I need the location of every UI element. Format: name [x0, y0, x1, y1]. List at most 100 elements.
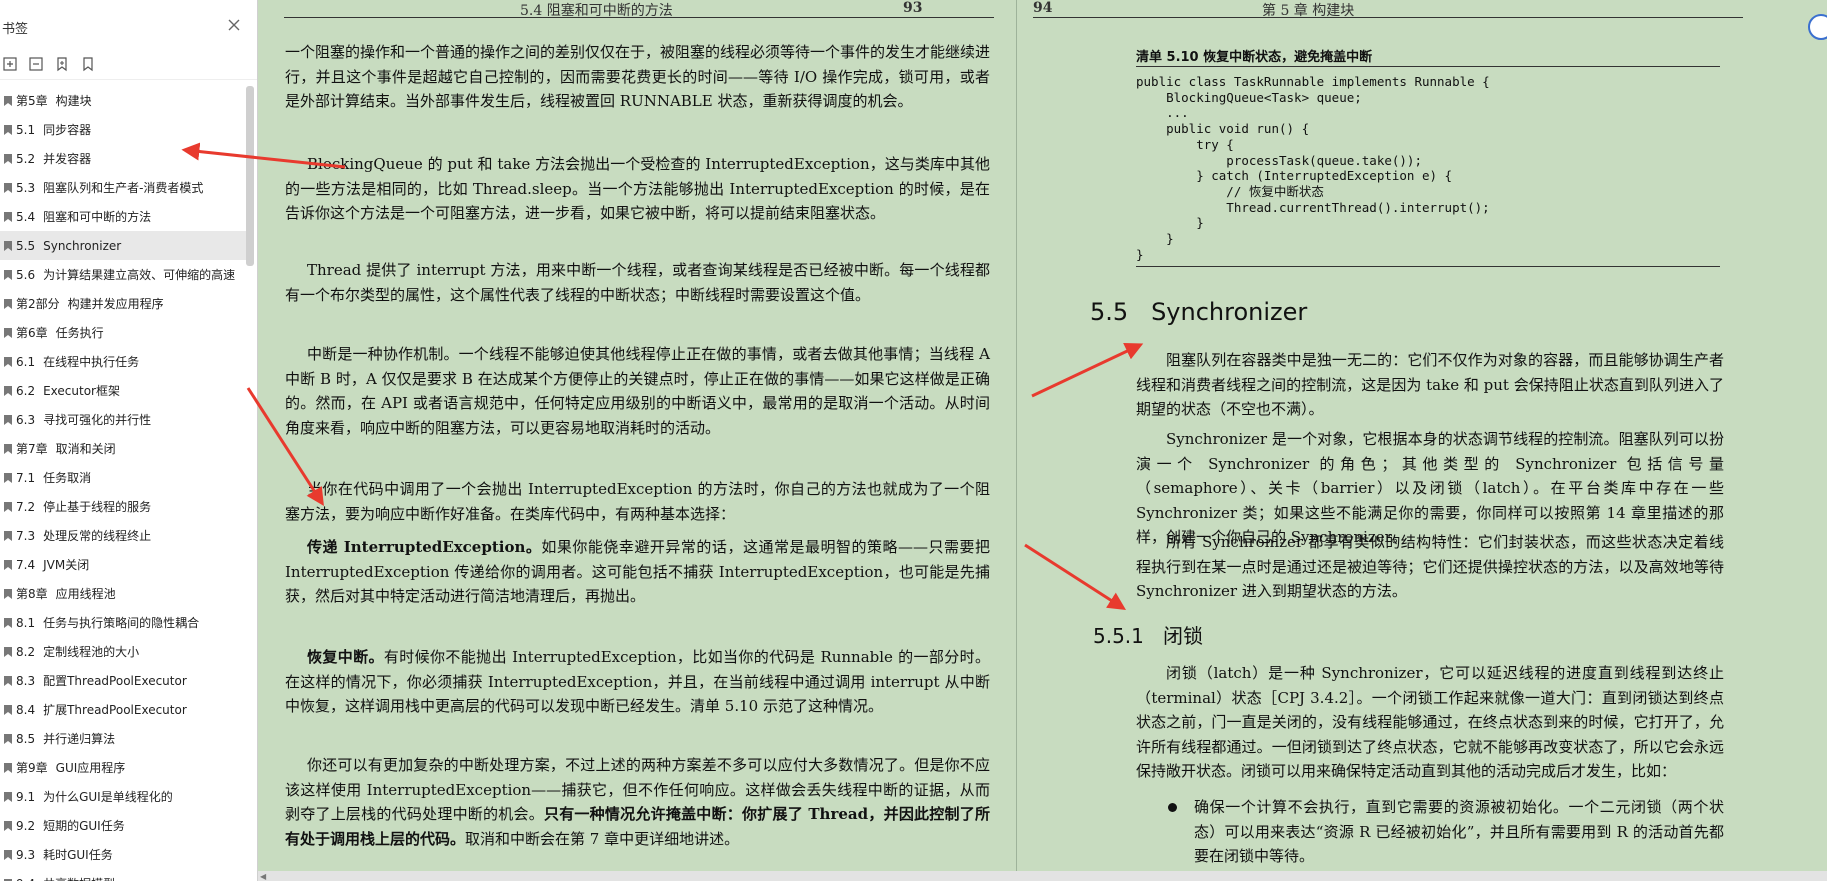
bookmark-label: 定制线程池的大小: [43, 645, 140, 659]
bookmark-item[interactable]: 8.2 定制线程池的大小: [0, 637, 246, 666]
bookmark-item[interactable]: 5.5 Synchronizer: [0, 231, 246, 260]
bookmark-number: 5.6: [16, 267, 36, 282]
bookmark-label: 共享数据模型: [43, 875, 115, 881]
bookmark-item[interactable]: 5.6 为计算结果建立高效、可伸缩的高速: [0, 260, 246, 289]
bookmark-label: 寻找可强化的并行性: [43, 413, 152, 427]
bookmark-item[interactable]: 5.2 并发容器: [0, 144, 246, 173]
bookmark-item[interactable]: 9.3 耗时GUI任务: [0, 840, 246, 869]
bookmark-icon: [4, 501, 12, 512]
paragraph: 闭锁（latch）是一种 Synchronizer，它可以延迟线程的进度直到线程…: [1136, 664, 1724, 780]
paragraph: 你还可以有更加复杂的中断处理方案，不过上述的两种方案差不多可以应付大多数情况了。…: [285, 753, 990, 851]
bookmark-item[interactable]: 第2部分 构建并发应用程序: [0, 289, 246, 318]
bookmark-number: 9.3: [16, 847, 36, 862]
bookmark-icon: [4, 878, 12, 881]
bookmark-label: 阻塞队列和生产者-消费者模式: [43, 181, 204, 195]
bookmark-icon: [4, 820, 12, 831]
assistant-float-button[interactable]: [1808, 14, 1827, 40]
bookmark-item[interactable]: 9.2 短期的GUI任务: [0, 811, 246, 840]
collapse-all-icon[interactable]: [28, 56, 44, 72]
scroll-left-arrow-icon[interactable]: ◀: [260, 872, 266, 881]
bookmark-item[interactable]: 6.3 寻找可强化的并行性: [0, 405, 246, 434]
bookmark-icon: [4, 791, 12, 802]
bookmark-icon: [4, 443, 12, 454]
bookmark-number: 8.2: [16, 644, 36, 659]
running-head-section: 5.4 阻塞和可中断的方法: [520, 3, 673, 19]
listing-caption: 清单 5.10 恢复中断状态，避免掩盖中断: [1136, 50, 1373, 65]
bookmark-label: 任务执行: [55, 326, 104, 340]
close-icon[interactable]: [225, 16, 243, 34]
bookmark-label: 阻塞和可中断的方法: [43, 210, 152, 224]
bookmark-label: GUI应用程序: [55, 761, 126, 775]
bookmark-item[interactable]: 6.2 Executor框架: [0, 376, 246, 405]
paragraph: 当你在代码中调用了一个会抛出 InterruptedException 的方法时…: [285, 480, 990, 523]
bookmark-icon[interactable]: [80, 56, 96, 72]
bookmark-item[interactable]: 7.4 JVM关闭: [0, 550, 246, 579]
subsection-title: 闭锁: [1162, 624, 1203, 648]
bookmark-icon: [4, 356, 12, 367]
bookmark-label: 为什么GUI是单线程化的: [43, 790, 173, 804]
bookmark-icon: [4, 95, 12, 106]
bookmark-number: 第6章: [16, 326, 48, 340]
page-93: 5.4 阻塞和可中断的方法 93 一个阻塞的操作和一个普通的操作之间的差别仅仅在…: [258, 0, 1016, 881]
bookmark-icon: [4, 269, 12, 280]
bookmark-label: 并行递归算法: [43, 732, 116, 746]
bookmark-label: 任务取消: [43, 471, 92, 485]
bookmark-item[interactable]: 8.3 配置ThreadPoolExecutor: [0, 666, 246, 695]
bullet-item: 确保一个计算不会执行，直到它需要的资源被初始化。一个二元闭锁（两个状态）可以用来…: [1194, 798, 1724, 865]
paragraph: 中断是一种协作机制。一个线程不能够迫使其他线程停止正在做的事情，或者去做其他事情…: [285, 345, 990, 437]
bullet-dot: [1168, 803, 1177, 812]
bookmark-item[interactable]: 8.5 并行递归算法: [0, 724, 246, 753]
bookmark-item[interactable]: 7.2 停止基于线程的服务: [0, 492, 246, 521]
page-number-left: 93: [903, 0, 923, 16]
bookmark-item[interactable]: 8.4 扩展ThreadPoolExecutor: [0, 695, 246, 724]
bookmark-item[interactable]: 8.1 任务与执行策略间的隐性耦合: [0, 608, 246, 637]
bold-lead: 传递 InterruptedException。: [307, 538, 542, 556]
section-number: 5.5: [1090, 298, 1129, 326]
bookmark-number: 5.3: [16, 180, 36, 195]
bookmark-item[interactable]: 第7章 取消和关闭: [0, 434, 246, 463]
horizontal-scrollbar[interactable]: ◀: [258, 871, 1827, 881]
subsection-number: 5.5.1: [1093, 624, 1144, 648]
bookmark-item[interactable]: 第6章 任务执行: [0, 318, 246, 347]
bookmark-icon: [4, 182, 12, 193]
subsection-heading: 5.5.1 闭锁: [1093, 620, 1203, 649]
bookmark-item[interactable]: 5.4 阻塞和可中断的方法: [0, 202, 246, 231]
expand-all-icon[interactable]: [2, 56, 18, 72]
bookmark-icon: [4, 385, 12, 396]
bookmark-label: Executor框架: [43, 384, 120, 398]
bookmark-item[interactable]: 5.3 阻塞队列和生产者-消费者模式: [0, 173, 246, 202]
bookmark-number: 8.1: [16, 615, 36, 630]
bookmark-label: Synchronizer: [43, 238, 122, 253]
paragraph: BlockingQueue 的 put 和 take 方法会抛出一个受检查的 I…: [285, 155, 990, 222]
bookmark-icon: [4, 124, 12, 135]
bookmark-number: 9.4: [16, 877, 35, 881]
bookmark-number: 5.1: [16, 122, 36, 137]
bookmark-item[interactable]: 7.1 任务取消: [0, 463, 246, 492]
bookmark-item[interactable]: 第5章 构建块: [0, 86, 246, 115]
bookmark-number: 7.1: [16, 470, 36, 485]
bookmark-number: 5.2: [16, 151, 36, 166]
bookmark-icon: [4, 211, 12, 222]
bookmark-number: 第5章: [16, 94, 48, 108]
bookmarks-title: 书签: [2, 22, 29, 37]
bookmark-label: 短期的GUI任务: [43, 819, 125, 833]
bookmark-label: 应用线程池: [55, 587, 116, 601]
bookmark-label: 耗时GUI任务: [43, 848, 113, 862]
bookmark-item[interactable]: 9.1 为什么GUI是单线程化的: [0, 782, 246, 811]
bookmark-number: 8.5: [16, 731, 36, 746]
bookmark-item[interactable]: 第9章 GUI应用程序: [0, 753, 246, 782]
bookmark-number: 7.2: [16, 499, 36, 514]
sidebar-scrollbar[interactable]: [246, 86, 254, 266]
bookmark-icon: [4, 472, 12, 483]
page-divider: [1016, 0, 1017, 881]
bookmark-number: 第8章: [16, 587, 48, 601]
bookmark-item[interactable]: 6.1 在线程中执行任务: [0, 347, 246, 376]
bookmark-item[interactable]: 5.1 同步容器: [0, 115, 246, 144]
add-bookmark-icon[interactable]: [54, 56, 70, 72]
bookmark-item[interactable]: 9.4 共享数据模型: [0, 869, 246, 881]
bookmark-item[interactable]: 7.3 处理反常的线程终止: [0, 521, 246, 550]
bookmark-label: 构建并发应用程序: [67, 297, 164, 311]
bookmark-icon: [4, 849, 12, 860]
bookmark-item[interactable]: 第8章 应用线程池: [0, 579, 246, 608]
bookmark-label: 并发容器: [43, 152, 92, 166]
